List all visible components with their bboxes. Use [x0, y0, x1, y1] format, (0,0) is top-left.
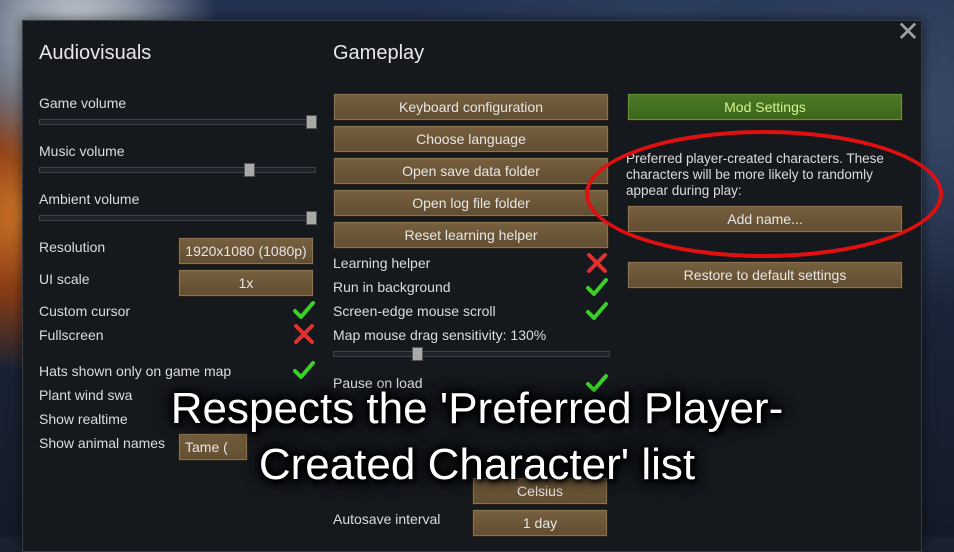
learning-helper-label: Learning helper [333, 255, 431, 271]
choose-language-button[interactable]: Choose language [333, 125, 609, 153]
hats-label: Hats shown only on game map [39, 363, 232, 379]
ambient-volume-label: Ambient volume [39, 191, 140, 207]
music-volume-label: Music volume [39, 143, 125, 159]
hats-checkmark-icon[interactable] [292, 358, 316, 382]
game-volume-slider[interactable] [39, 115, 317, 129]
open-save-folder-button[interactable]: Open save data folder [333, 157, 609, 185]
music-volume-thumb[interactable] [244, 163, 255, 177]
custom-cursor-checkmark-icon[interactable] [292, 298, 316, 322]
game-volume-thumb[interactable] [306, 115, 317, 129]
caption-line-1: Respects the 'Preferred Player- [170, 384, 784, 433]
restore-defaults-button[interactable]: Restore to default settings [627, 261, 903, 289]
ui-scale-dropdown[interactable]: 1x [178, 269, 314, 297]
fullscreen-label: Fullscreen [39, 327, 104, 343]
run-in-background-label: Run in background [333, 279, 451, 295]
run-in-background-checkmark-icon[interactable] [585, 275, 609, 299]
game-volume-label: Game volume [39, 95, 127, 111]
red-highlight-oval [585, 130, 943, 258]
autosave-interval-dropdown[interactable]: 1 day [472, 509, 608, 537]
fullscreen-cross-icon[interactable] [292, 322, 316, 346]
learning-helper-cross-icon[interactable] [585, 251, 609, 275]
ui-scale-label: UI scale [39, 271, 90, 287]
reset-learning-helper-button[interactable]: Reset learning helper [333, 221, 609, 249]
close-icon[interactable]: ✕ [896, 18, 920, 46]
resolution-label: Resolution [39, 239, 106, 255]
gameplay-title: Gameplay [333, 42, 425, 64]
drag-sensitivity-label: Map mouse drag sensitivity: 130% [333, 327, 547, 343]
ambient-volume-thumb[interactable] [306, 211, 317, 225]
open-log-folder-button[interactable]: Open log file folder [333, 189, 609, 217]
resolution-dropdown[interactable]: 1920x1080 (1080p) [178, 237, 314, 265]
custom-cursor-label: Custom cursor [39, 303, 131, 319]
music-volume-slider[interactable] [39, 163, 316, 177]
autosave-interval-label: Autosave interval [333, 511, 441, 527]
screen-edge-scroll-checkmark-icon[interactable] [585, 299, 609, 323]
screen-edge-scroll-label: Screen-edge mouse scroll [333, 303, 496, 319]
drag-sensitivity-thumb[interactable] [412, 347, 423, 361]
keyboard-config-button[interactable]: Keyboard configuration [333, 93, 609, 121]
mod-settings-button[interactable]: Mod Settings [627, 93, 903, 121]
audiovisuals-title: Audiovisuals [39, 42, 152, 64]
ambient-volume-slider[interactable] [39, 211, 317, 225]
drag-sensitivity-slider[interactable] [333, 347, 610, 361]
caption-line-2: Created Character' list [258, 440, 696, 489]
